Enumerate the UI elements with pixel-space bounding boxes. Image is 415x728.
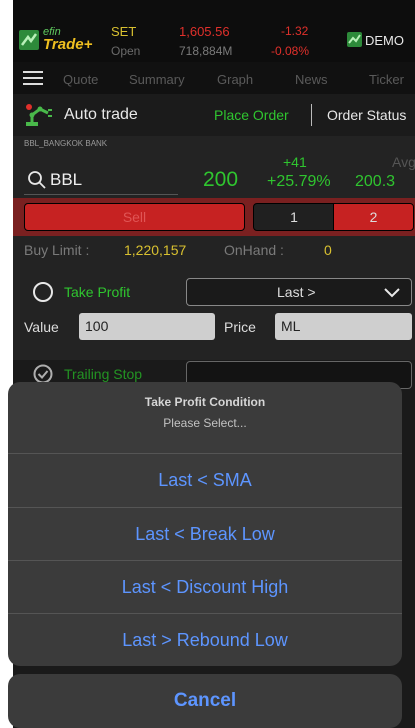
logo-text-trade: Trade+ xyxy=(43,36,93,53)
efin-logo-icon xyxy=(19,30,39,50)
tab-graph[interactable]: Graph xyxy=(217,72,253,87)
symbol-underline xyxy=(24,194,178,195)
option-last-gt-rebound-low[interactable]: Last > Rebound Low xyxy=(8,613,402,666)
index-value: 1,605.56 xyxy=(179,24,230,39)
tab-divider xyxy=(311,104,312,126)
segment-2[interactable]: 2 xyxy=(333,203,414,231)
sell-button[interactable]: Sell xyxy=(24,203,245,231)
action-sheet-subtitle: Please Select... xyxy=(163,416,247,430)
buy-limit-label: Buy Limit : xyxy=(24,242,90,258)
option-last-lt-sma[interactable]: Last < SMA xyxy=(8,453,402,507)
avg-value: 200.3 xyxy=(355,173,396,190)
option-last-lt-discount-high[interactable]: Last < Discount High xyxy=(8,560,402,614)
symbol-input[interactable]: BBL xyxy=(50,170,82,190)
take-profit-selected: Last > xyxy=(277,284,316,300)
stock-price: 200 xyxy=(203,168,239,191)
onhand-value: 0 xyxy=(324,242,332,258)
cancel-button[interactable]: Cancel xyxy=(8,674,402,728)
stock-change: +41 xyxy=(283,154,307,170)
tab-news[interactable]: News xyxy=(295,72,328,87)
index-change-pct: -0.08% xyxy=(271,44,310,58)
action-sheet-title: Take Profit Condition xyxy=(144,395,266,409)
take-profit-label: Take Profit xyxy=(64,284,131,300)
buy-limit-value: 1,220,157 xyxy=(124,242,187,258)
robot-arm-icon xyxy=(24,102,54,128)
option-last-lt-break-low[interactable]: Last < Break Low xyxy=(8,507,402,561)
place-order-link[interactable]: Place Order xyxy=(214,107,289,123)
tab-summary[interactable]: Summary xyxy=(129,72,185,87)
value-label: Value xyxy=(24,319,59,335)
stock-subtitle: BBL_BANGKOK BANK xyxy=(24,139,108,148)
action-sheet: Take Profit Condition Please Select... L… xyxy=(8,382,402,666)
market-session: Open xyxy=(111,44,141,58)
stock-change-pct: +25.79% xyxy=(267,173,331,190)
price-label: Price xyxy=(224,319,256,335)
value-input[interactable]: 100 xyxy=(79,313,215,340)
avg-label: Avg xyxy=(392,154,415,170)
index-change: -1.32 xyxy=(281,24,309,38)
demo-logo-icon xyxy=(347,32,362,47)
search-icon[interactable] xyxy=(27,170,47,190)
market-header: efin Trade+ SET 1,605.56 -1.32 Open 718,… xyxy=(13,0,415,62)
tab-ticker[interactable]: Ticker xyxy=(369,72,404,87)
autotrade-bar: Auto trade Place Order Order Status xyxy=(13,94,415,136)
onhand-label: OnHand : xyxy=(224,242,284,258)
price-input[interactable]: ML xyxy=(275,313,412,340)
market-volume: 718,884M xyxy=(179,44,233,58)
take-profit-radio[interactable] xyxy=(33,282,53,302)
hamburger-icon[interactable] xyxy=(13,62,53,94)
segment-1[interactable]: 1 xyxy=(253,203,335,231)
demo-label: DEMO xyxy=(365,33,404,48)
chevron-down-icon xyxy=(383,286,401,304)
autotrade-title: Auto trade xyxy=(64,106,138,123)
tab-bar: Quote Summary Graph News Ticker xyxy=(13,62,415,94)
order-status-link[interactable]: Order Status xyxy=(327,107,406,123)
tab-quote[interactable]: Quote xyxy=(63,72,98,87)
take-profit-dropdown[interactable]: Last > xyxy=(186,278,412,306)
index-name: SET xyxy=(111,24,137,39)
